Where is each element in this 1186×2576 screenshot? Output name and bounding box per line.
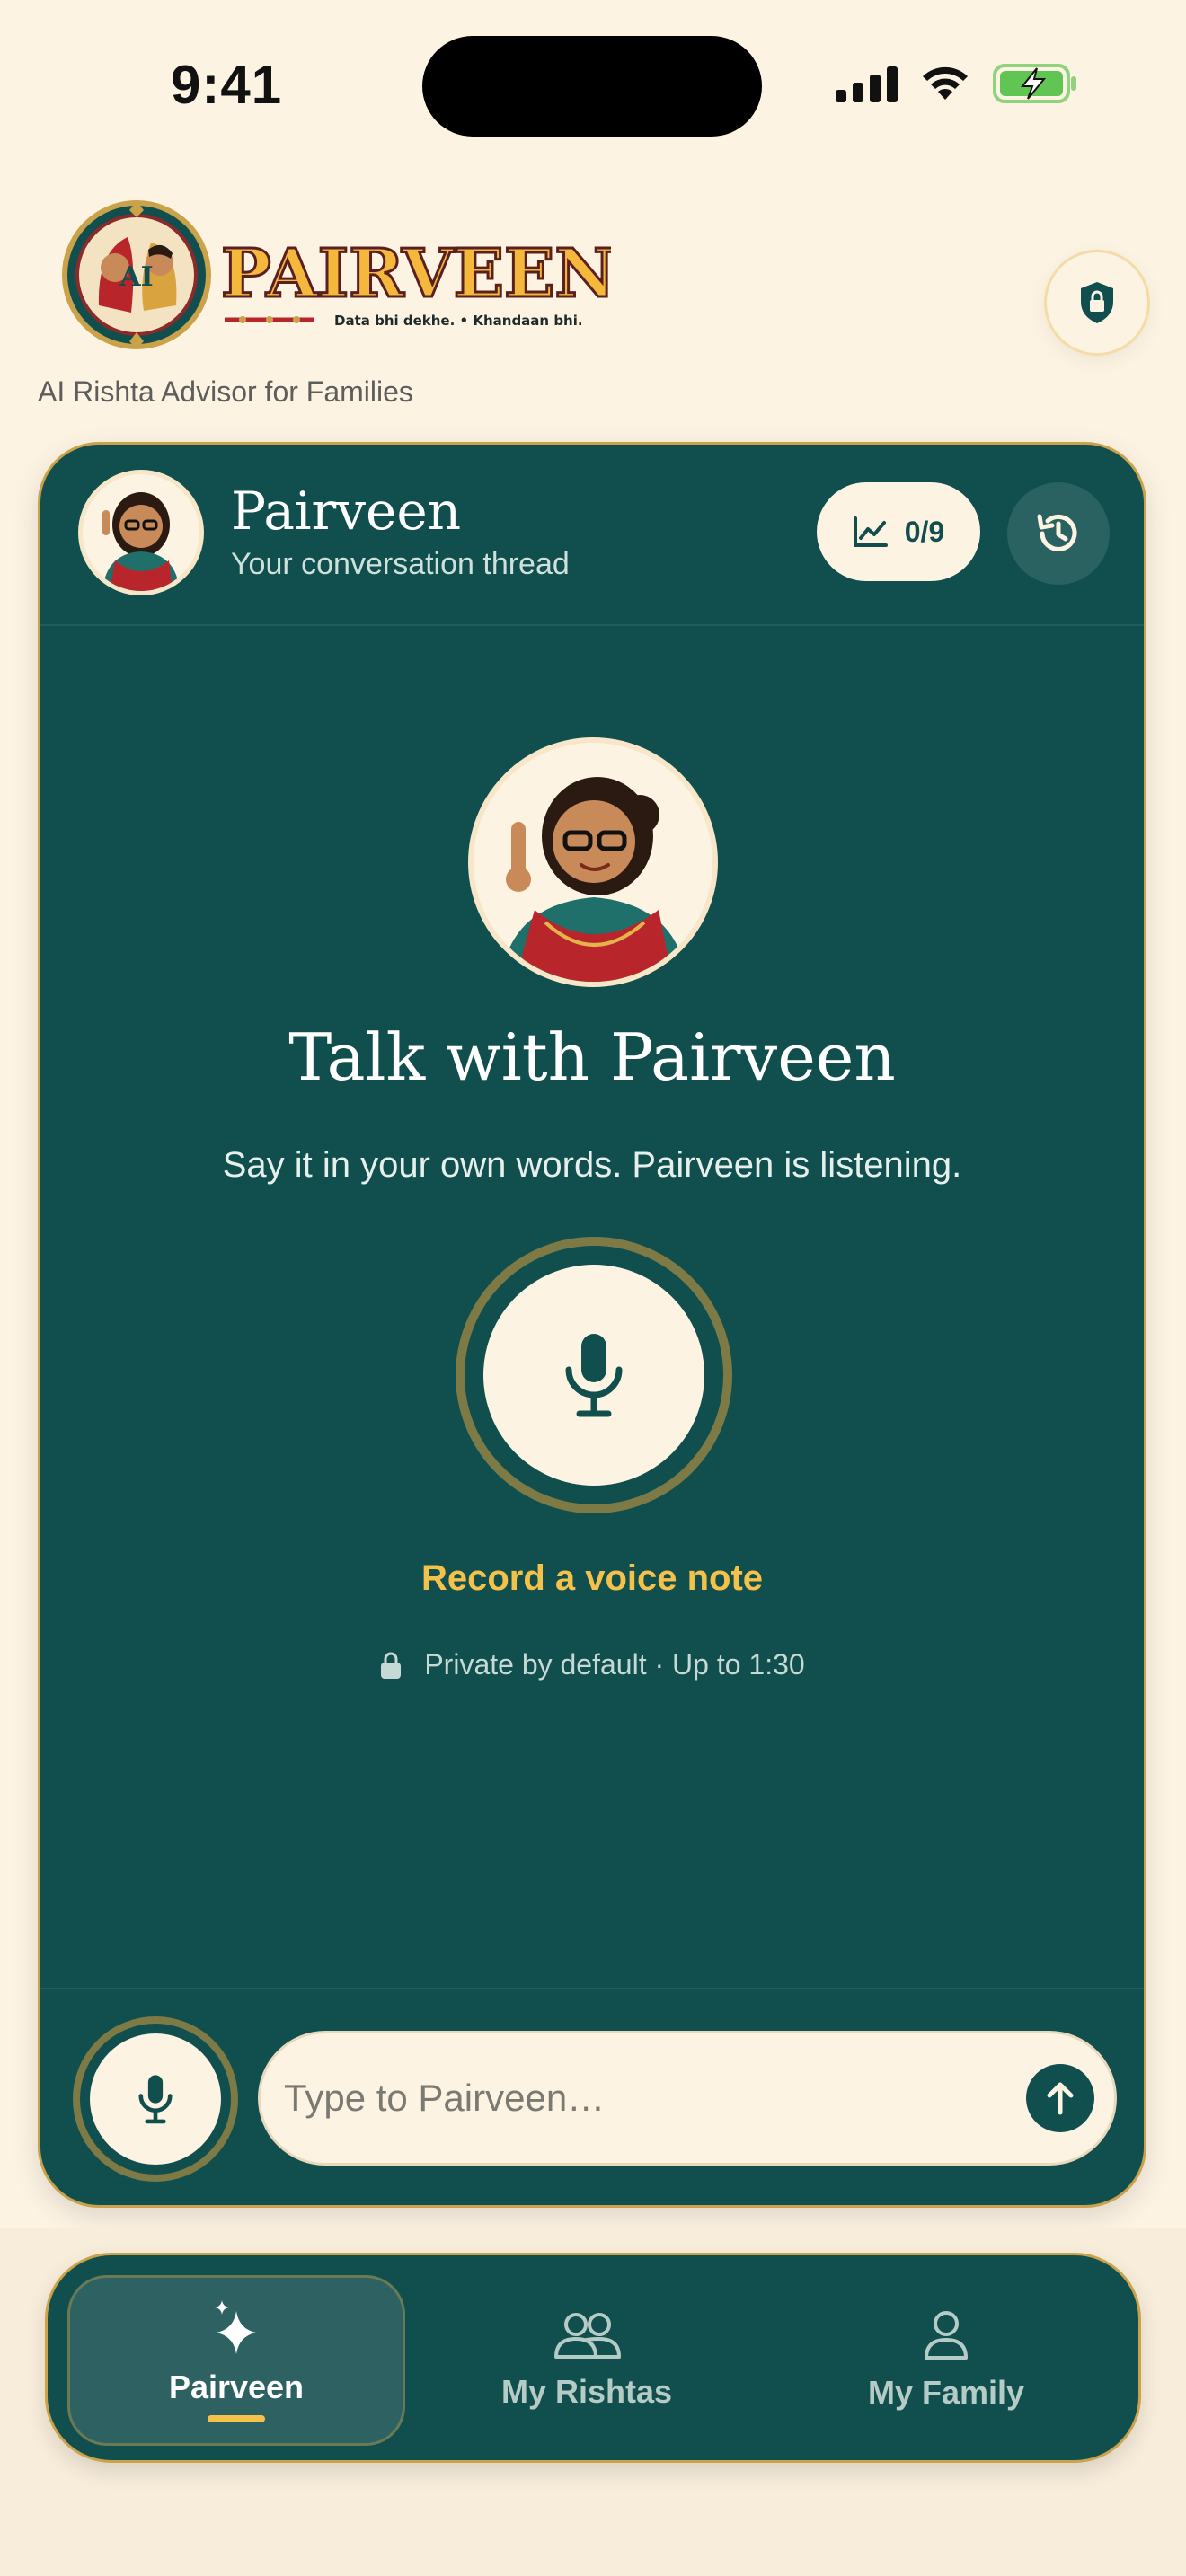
chat-card: Pairveen Your conversation thread 0/9 Ta…	[38, 442, 1146, 2208]
nav-label-pairveen: Pairveen	[168, 2369, 305, 2405]
record-voice-button[interactable]	[456, 1237, 732, 1513]
app-tagline: AI Rishta Advisor for Families	[38, 375, 413, 408]
nav-item-my-rishtas[interactable]: My Rishtas	[452, 2275, 721, 2446]
svg-text:AI: AI	[119, 261, 153, 293]
status-time: 9:41	[171, 55, 283, 115]
privacy-note-text: Private by default · Up to 1:30	[424, 1648, 805, 1681]
advisor-avatar	[78, 470, 204, 595]
composer-divider	[40, 1988, 1144, 1989]
svg-text:Data bhi dekhe. • Khandaan bhi: Data bhi dekhe. • Khandaan bhi.	[334, 313, 583, 329]
nav-item-pairveen[interactable]: Pairveen	[67, 2275, 405, 2446]
status-icons	[836, 63, 1078, 104]
nav-label-my-family: My Family	[867, 2374, 1025, 2411]
chat-title: Pairveen	[231, 481, 462, 542]
microphone-icon	[565, 1334, 623, 1417]
person-icon	[925, 2311, 968, 2360]
dynamic-island	[422, 36, 762, 137]
send-button[interactable]	[1026, 2064, 1094, 2132]
history-button[interactable]	[1007, 482, 1110, 585]
bottom-nav: Pairveen My Rishtas My Family	[45, 2253, 1141, 2463]
microphone-icon	[138, 2075, 173, 2124]
hero-title: Talk with Pairveen	[288, 1019, 896, 1095]
message-input-container	[258, 2031, 1117, 2166]
privacy-shield-button[interactable]	[1044, 250, 1150, 356]
arrow-up-icon	[1047, 2082, 1074, 2115]
nav-item-my-family[interactable]: My Family	[811, 2275, 1081, 2446]
chat-subtitle: Your conversation thread	[231, 547, 570, 581]
privacy-note: Private by default · Up to 1:30	[40, 1648, 1144, 1681]
composer-mic-button[interactable]	[73, 2016, 238, 2182]
pairveen-logo: AI PAIRVEEN Data bhi dekhe. • Khandaan b…	[45, 198, 617, 359]
message-input[interactable]	[284, 2077, 1026, 2120]
svg-text:PAIRVEEN: PAIRVEEN	[221, 235, 611, 313]
progress-count: 0/9	[904, 515, 945, 548]
battery-charging-icon	[993, 64, 1076, 103]
wifi-icon	[923, 66, 968, 100]
record-voice-inner[interactable]	[483, 1265, 704, 1486]
composer-mic-inner[interactable]	[90, 2033, 221, 2165]
people-icon	[554, 2313, 621, 2359]
record-voice-label[interactable]: Record a voice note	[40, 1558, 1144, 1599]
lock-icon	[381, 1652, 402, 1679]
nav-label-my-rishtas: My Rishtas	[500, 2373, 673, 2410]
advisor-portrait	[468, 737, 718, 987]
progress-button[interactable]: 0/9	[817, 482, 980, 581]
logo-medallion: AI	[62, 200, 211, 349]
sparkle-icon	[215, 2300, 256, 2354]
history-icon	[1037, 514, 1077, 551]
chart-line-icon	[853, 516, 888, 547]
hero-subtitle: Say it in your own words. Pairveen is li…	[222, 1145, 962, 1185]
shield-lock-icon	[1081, 282, 1113, 323]
cellular-signal-icon	[836, 66, 898, 102]
active-indicator	[208, 2415, 265, 2422]
header-divider	[40, 624, 1144, 626]
